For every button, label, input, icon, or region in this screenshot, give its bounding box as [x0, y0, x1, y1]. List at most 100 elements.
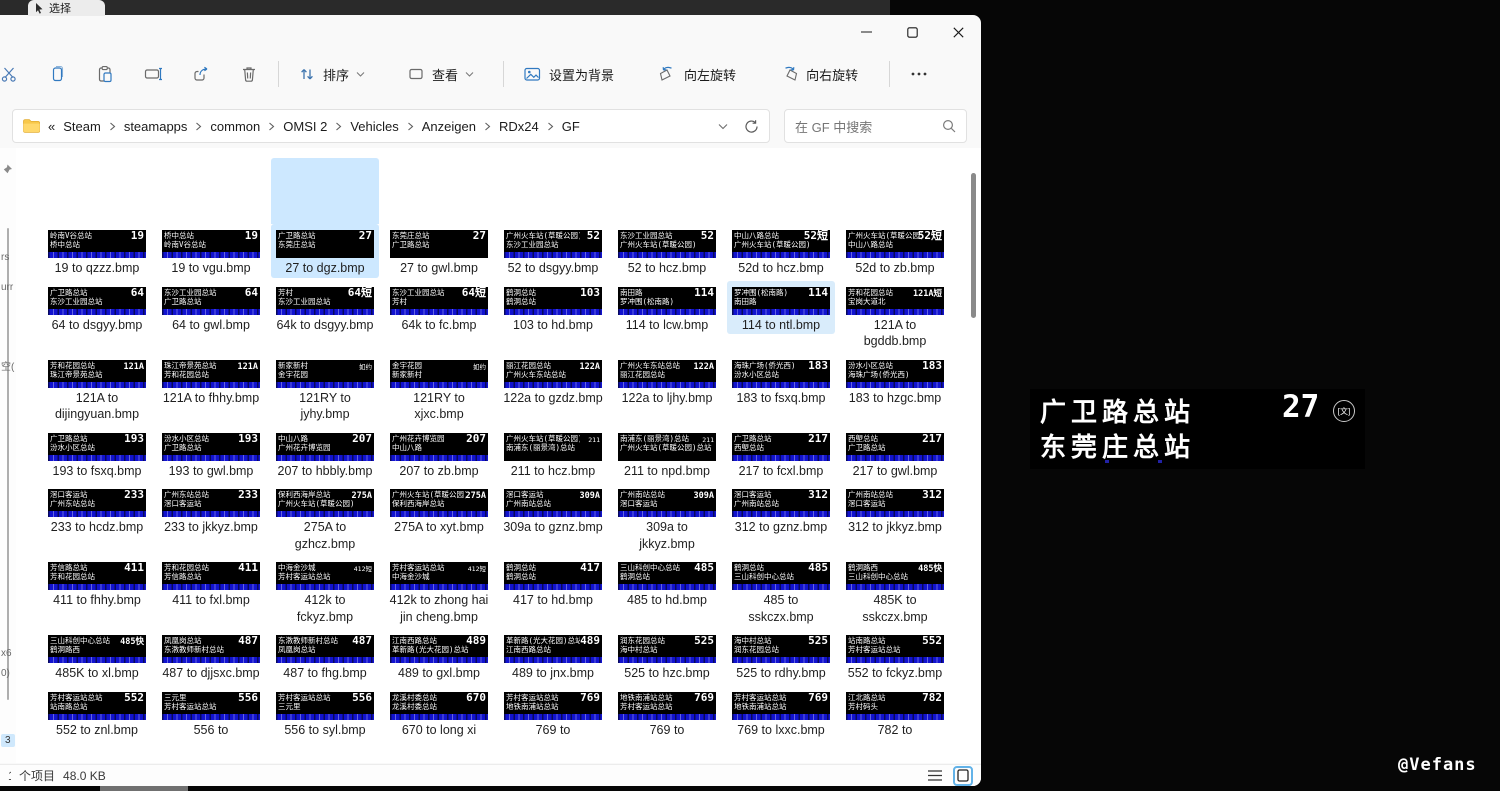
file-tile[interactable]: 桥中总站 岭南V谷总站 19 19 to vgu.bmp — [157, 224, 265, 278]
file-tile[interactable]: 江北路总站 芳村码头 782 782 to — [841, 686, 949, 740]
file-tile[interactable]: 南浦东(丽景湾)总站 广州火车站(草暖公园)总站 211 211 to npd.… — [613, 427, 721, 481]
file-tile[interactable]: 鹤洞总站 鹤洞总站 103 103 to hd.bmp — [499, 281, 607, 335]
file-tile[interactable]: 鹤洞路西 三山科创中心总站 485快 485K to sskczx.bmp — [841, 556, 949, 626]
file-tile[interactable]: 岭南V谷总站 桥中总站 19 19 to qzzz.bmp — [43, 224, 151, 278]
file-tile[interactable]: 东莞庄总站 广卫路总站 27 27 to gwl.bmp — [385, 224, 493, 278]
file-tile[interactable]: 东沙工业园总站 芳村 64短 64k to fc.bmp — [385, 281, 493, 335]
file-tile[interactable]: 保利西海岸总站 广州火车站(草暖公园) 275A 275A to gzhcz.b… — [271, 483, 379, 553]
breadcrumb-segment[interactable]: steamapps — [124, 119, 188, 134]
file-tile[interactable]: 芳和花园总站 珠江帝景苑总站 121A 121A to dijingyuan.b… — [43, 354, 151, 424]
file-tile[interactable]: 滘口客运站 广州南站总站 312 312 to gznz.bmp — [727, 483, 835, 537]
file-tile[interactable]: 丽江花园总站 广州火车东站总站 122A 122a to gzdz.bmp — [499, 354, 607, 408]
breadcrumb-segment[interactable]: Anzeigen — [422, 119, 476, 134]
file-tile[interactable]: 广州火车站(草暖公园)总站 南浦东(丽景湾)总站 211 211 to hcz.… — [499, 427, 607, 481]
vertical-scrollbar[interactable] — [967, 156, 979, 756]
breadcrumb-segment[interactable]: Vehicles — [350, 119, 398, 134]
file-tile[interactable]: 中山八路总站 广州火车站(草暖公园) 52短 52d to hcz.bmp — [727, 224, 835, 278]
file-tile[interactable]: 芳和花园总站 宝岗大道北 121A短 121A to bgddb.bmp — [841, 281, 949, 351]
file-tile[interactable]: 广州火车站(草暖公园) 保利西海岸总站 275A 275A to xyt.bmp — [385, 483, 493, 537]
breadcrumb-segment[interactable]: GF — [562, 119, 580, 134]
file-tile[interactable]: 芳村客运站总站 中海金沙城 412短 412k to zhong hai jin… — [385, 556, 493, 626]
minimize-button[interactable] — [843, 15, 889, 49]
file-tile[interactable]: 龙溪村委总站 龙溪村委总站 670 670 to long xi — [385, 686, 493, 740]
rename-button[interactable] — [134, 57, 172, 91]
file-tile[interactable]: 广州火车东站总站 丽江花园总站 122A 122a to ljhy.bmp — [613, 354, 721, 408]
file-tile[interactable]: 中山八路 广州花卉博览园 207 207 to hbbly.bmp — [271, 427, 379, 481]
scrollbar-thumb[interactable] — [971, 173, 976, 318]
file-tile[interactable]: 芳村客运站总站 地铁南浦站总站 769 769 to — [499, 686, 607, 740]
snip-select-tab[interactable]: 选择 — [28, 0, 105, 16]
file-tile[interactable]: 三山科创中心总站 鹤洞总站 485 485 to hd.bmp — [613, 556, 721, 610]
file-tile[interactable]: 广卫路总站 西塱总站 217 217 to fcxl.bmp — [727, 427, 835, 481]
file-tile[interactable]: 东沙工业园总站 广卫路总站 64 64 to gwl.bmp — [157, 281, 265, 335]
file-tile[interactable]: 金宇花园 新家新村 如约 121RY to xjxc.bmp — [385, 354, 493, 424]
set-background-button[interactable]: 设置为背景 — [514, 57, 623, 91]
file-tile[interactable]: 芳村客运站总站 地铁南浦站总站 769 769 to lxxc.bmp — [727, 686, 835, 740]
nav-scrollbar[interactable] — [7, 228, 9, 700]
list-view-toggle[interactable] — [925, 766, 945, 786]
file-tile[interactable]: 西塱总站 广卫路总站 217 217 to gwl.bmp — [841, 427, 949, 481]
file-tile[interactable]: 凤凰岗总站 东漖教师新村总站 487 487 to djjsxc.bmp — [157, 629, 265, 683]
file-tile[interactable]: 三元里 芳村客运站总站 556 556 to — [157, 686, 265, 740]
breadcrumb-segment[interactable]: OMSI 2 — [283, 119, 327, 134]
file-tile[interactable]: 广州花卉博览园 中山八路 207 207 to zb.bmp — [385, 427, 493, 481]
rotate-right-button[interactable]: 向右旋转 — [771, 57, 867, 91]
file-tile[interactable]: 广州南站总站 滘口客运站 312 312 to jkkyz.bmp — [841, 483, 949, 537]
file-tile[interactable]: 地铁南浦站总站 芳村客运站总站 769 769 to — [613, 686, 721, 740]
file-tile[interactable]: 芳村 东沙工业园总站 64短 64k to dsgyy.bmp — [271, 281, 379, 335]
file-tile[interactable]: 芳信路总站 芳和花园总站 411 411 to fhhy.bmp — [43, 556, 151, 610]
file-tile[interactable]: 鹤洞总站 鹤洞总站 417 417 to hd.bmp — [499, 556, 607, 610]
more-options-button[interactable] — [900, 57, 938, 91]
file-tile[interactable]: 广卫路总站 东莞庄总站 27 27 to dgz.bmp — [271, 158, 379, 278]
address-dropdown-icon[interactable] — [718, 123, 728, 130]
view-dropdown[interactable]: 查看 — [398, 57, 483, 91]
rotate-left-button[interactable]: 向左旋转 — [649, 57, 745, 91]
file-tile[interactable]: 站南路总站 芳村客运站总站 552 552 to fckyz.bmp — [841, 629, 949, 683]
breadcrumb-segment[interactable]: RDx24 — [499, 119, 539, 134]
file-tile[interactable]: 广州火车站(草暖公园) 东沙工业园总站 52 52 to dsgyy.bmp — [499, 224, 607, 278]
delete-button[interactable] — [230, 57, 268, 91]
file-tile[interactable]: 南田路 罗冲围(松南路) 114 114 to lcw.bmp — [613, 281, 721, 335]
file-tile[interactable]: 江南西路总站 革新路(光大花园)总站 489 489 to gxl.bmp — [385, 629, 493, 683]
file-tile[interactable]: 广州东站总站 滘口客运站 233 233 to jkkyz.bmp — [157, 483, 265, 537]
file-tile[interactable]: 海中村总站 润东花园总站 525 525 to rdhy.bmp — [727, 629, 835, 683]
search-input[interactable]: 在 GF 中搜索 — [784, 109, 967, 143]
thumb-line1: 汾水小区总站 — [164, 433, 209, 443]
title-bar[interactable] — [0, 15, 981, 51]
file-tile[interactable]: 三山科创中心总站 鹤洞路西 485快 485K to xl.bmp — [43, 629, 151, 683]
file-tile[interactable]: 中海金沙城 芳村客运站总站 412短 412k to fckyz.bmp — [271, 556, 379, 626]
file-tile[interactable]: 滘口客运站 广州东站总站 233 233 to hcdz.bmp — [43, 483, 151, 537]
paste-button[interactable] — [86, 57, 124, 91]
copy-button[interactable] — [38, 57, 76, 91]
file-tile[interactable]: 罗冲围(松南路) 南田路 114 114 to ntl.bmp — [727, 280, 835, 334]
sort-dropdown[interactable]: 排序 — [289, 57, 374, 91]
file-tile[interactable]: 广卫路总站 东沙工业园总站 64 64 to dsgyy.bmp — [43, 281, 151, 335]
file-tile[interactable]: 广州火车站(草暖公园) 中山八路总站 52短 52d to zb.bmp — [841, 224, 949, 278]
breadcrumb-segment[interactable]: common — [210, 119, 260, 134]
file-tile[interactable]: 广州南站总站 滘口客运站 309A 309a to jkkyz.bmp — [613, 483, 721, 553]
file-tile[interactable]: 汾水小区总站 广卫路总站 193 193 to gwl.bmp — [157, 427, 265, 481]
file-tile[interactable]: 汾水小区总站 海珠广场(侨光西) 183 183 to hzgc.bmp — [841, 354, 949, 408]
file-tile[interactable]: 海珠广场(侨光西) 汾水小区总站 183 183 to fsxq.bmp — [727, 354, 835, 408]
file-tile[interactable]: 润东花园总站 海中村总站 525 525 to hzc.bmp — [613, 629, 721, 683]
file-tile[interactable]: 芳村客运站总站 站南路总站 552 552 to znl.bmp — [43, 686, 151, 740]
maximize-button[interactable] — [889, 15, 935, 49]
refresh-icon[interactable] — [744, 119, 759, 134]
file-tile[interactable]: 芳村客运站总站 三元里 556 556 to syl.bmp — [271, 686, 379, 740]
file-tile[interactable]: 鹤洞总站 三山科创中心总站 485 485 to sskczx.bmp — [727, 556, 835, 626]
file-tile[interactable]: 珠江帝景苑总站 芳和花园总站 121A 121A to fhhy.bmp — [157, 354, 265, 408]
cut-button[interactable] — [0, 57, 28, 91]
close-button[interactable] — [935, 15, 981, 49]
file-tile[interactable]: 滘口客运站 广州南站总站 309A 309a to gznz.bmp — [499, 483, 607, 537]
scan-text-icon[interactable]: [文] — [1333, 400, 1355, 422]
file-tile[interactable]: 革新路(光大花园)总站 江南西路总站 489 489 to jnx.bmp — [499, 629, 607, 683]
file-tile[interactable]: 东沙工业园总站 广州火车站(草暖公园) 52 52 to hcz.bmp — [613, 224, 721, 278]
file-tile[interactable]: 芳和花园总站 芳信路总站 411 411 to fxl.bmp — [157, 556, 265, 610]
address-bar[interactable]: « Steam steamapps common OMSI 2 Vehicles… — [12, 109, 770, 143]
thumbnail-view-toggle[interactable] — [953, 765, 973, 786]
file-tile[interactable]: 东漖教师新村总站 凤凰岗总站 487 487 to fhg.bmp — [271, 629, 379, 683]
file-tile[interactable]: 广卫路总站 汾水小区总站 193 193 to fsxq.bmp — [43, 427, 151, 481]
share-button[interactable] — [182, 57, 220, 91]
breadcrumb-segment[interactable]: Steam — [63, 119, 101, 134]
file-tile[interactable]: 新家新村 金宇花园 如约 121RY to jyhy.bmp — [271, 354, 379, 424]
